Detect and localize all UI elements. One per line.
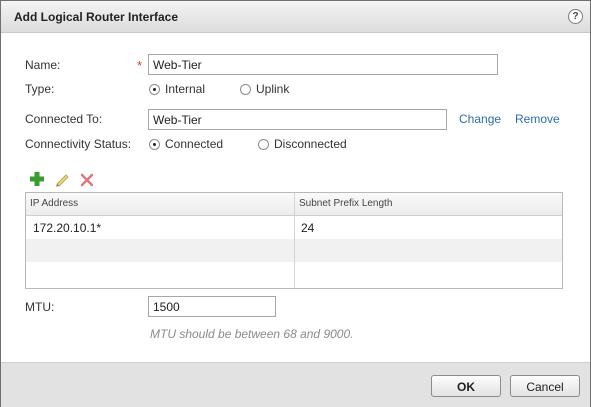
delete-icon[interactable] <box>79 172 95 188</box>
type-uplink-radio[interactable]: Uplink <box>240 82 289 96</box>
type-internal-label: Internal <box>165 82 206 96</box>
column-header-ip-address[interactable]: IP Address <box>30 198 78 209</box>
connectivity-status-label: Connectivity Status: <box>25 137 132 151</box>
ip-address-grid[interactable]: IP Address Subnet Prefix Length 172.20.1… <box>25 192 563 289</box>
connected-to-label: Connected To: <box>25 112 103 126</box>
radio-selected-icon[interactable] <box>149 138 160 150</box>
required-marker: * <box>137 58 143 73</box>
cancel-button[interactable]: Cancel <box>510 375 580 397</box>
subnet-prefix-cell: 24 <box>301 221 315 235</box>
radio-unselected-icon[interactable] <box>240 83 251 95</box>
name-input[interactable] <box>148 54 498 75</box>
mtu-hint: MTU should be between 68 and 9000. <box>150 327 354 341</box>
connectivity-disconnected-radio[interactable]: Disconnected <box>258 137 347 151</box>
add-icon[interactable] <box>29 171 45 187</box>
connectivity-connected-label: Connected <box>165 137 224 151</box>
column-divider <box>294 193 295 288</box>
ok-button[interactable]: OK <box>431 375 501 397</box>
connectivity-connected-radio[interactable]: Connected <box>149 137 223 151</box>
dialog-footer: OK Cancel <box>1 362 590 407</box>
type-label: Type: <box>25 82 55 96</box>
type-uplink-label: Uplink <box>256 82 290 96</box>
dialog-title: Add Logical Router Interface <box>14 10 179 24</box>
dialog-titlebar: Add Logical Router Interface ? <box>1 1 590 33</box>
change-link[interactable]: Change <box>459 112 501 126</box>
add-logical-router-interface-dialog: Add Logical Router Interface ? Name: * T… <box>0 0 591 407</box>
connectivity-disconnected-label: Disconnected <box>274 137 347 151</box>
ip-address-cell: 172.20.10.1* <box>33 221 102 235</box>
connected-to-field[interactable] <box>148 109 447 130</box>
mtu-input[interactable] <box>148 296 276 317</box>
radio-unselected-icon[interactable] <box>258 138 269 150</box>
help-icon[interactable]: ? <box>568 9 583 24</box>
column-header-subnet-prefix-length[interactable]: Subnet Prefix Length <box>299 198 392 209</box>
type-internal-radio[interactable]: Internal <box>149 82 205 96</box>
mtu-label: MTU: <box>25 300 55 314</box>
radio-selected-icon[interactable] <box>149 83 160 95</box>
name-label: Name: <box>25 58 61 72</box>
edit-icon[interactable] <box>54 171 70 187</box>
remove-link[interactable]: Remove <box>515 112 560 126</box>
